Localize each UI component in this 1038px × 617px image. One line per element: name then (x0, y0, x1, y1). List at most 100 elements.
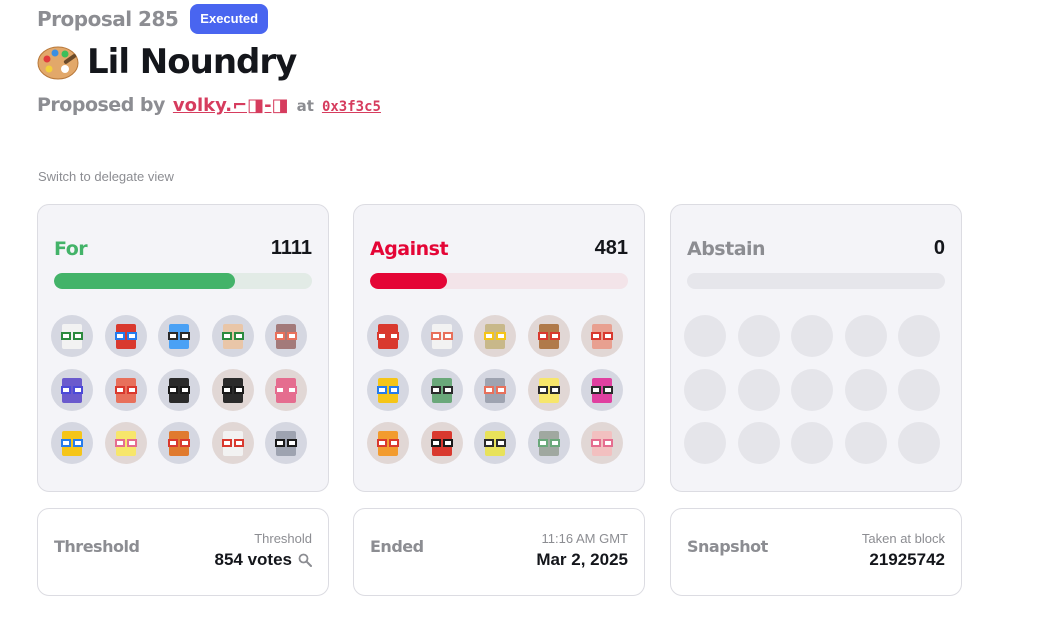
voter-avatar[interactable] (527, 422, 570, 464)
noggles-icon (59, 385, 85, 394)
noggles-icon (482, 385, 508, 394)
ended-card: Ended 11:16 AM GMT Mar 2, 2025 (353, 508, 645, 596)
snapshot-label: Snapshot (687, 537, 768, 556)
abstain-votes-card[interactable]: Abstain 0 (670, 204, 962, 492)
voter-avatar[interactable] (211, 422, 254, 464)
noggles-icon (429, 439, 455, 447)
against-label: Against (370, 237, 449, 260)
abstain-label: Abstain (687, 237, 766, 260)
noggles-icon (113, 332, 139, 340)
voter-avatar[interactable] (474, 368, 516, 411)
palette-emoji-icon (37, 46, 79, 80)
proposal-header: Proposal 285 Executed Lil Noundry Propos… (37, 4, 381, 116)
noggles-icon (113, 439, 139, 447)
voter-avatar[interactable] (474, 315, 516, 357)
noggles-icon (536, 385, 562, 394)
voter-avatar[interactable] (211, 315, 254, 357)
voter-avatar[interactable] (581, 315, 623, 357)
transaction-address-link[interactable]: 0x3f3c5 (322, 99, 381, 115)
voter-avatar[interactable] (474, 422, 516, 464)
voter-avatar[interactable] (367, 422, 409, 464)
proposer-link[interactable]: volky.⌐◨-◨ (173, 95, 289, 116)
empty-avatar-placeholder (684, 422, 726, 464)
threshold-card: Threshold Threshold 854 votes (37, 508, 329, 596)
noggles-icon (375, 332, 401, 340)
switch-delegate-view-link[interactable]: Switch to delegate view (38, 169, 174, 184)
noggles-icon (59, 332, 85, 340)
empty-avatar-placeholder (791, 315, 833, 357)
noggles-icon (589, 385, 615, 394)
abstain-count: 0 (933, 237, 945, 259)
empty-avatar-placeholder (898, 368, 940, 411)
noggles-icon (273, 439, 299, 447)
voter-avatar[interactable] (420, 368, 463, 411)
for-count: 1111 (270, 237, 312, 259)
abstain-voters-grid (684, 315, 940, 464)
against-progress-fill (370, 273, 448, 289)
for-label: For (54, 237, 88, 260)
empty-avatar-placeholder (898, 315, 940, 357)
against-votes-card[interactable]: Against 481 (353, 204, 645, 492)
for-progress-bar (54, 273, 312, 289)
noggles-icon (220, 439, 246, 447)
voter-avatar[interactable] (158, 422, 200, 464)
snapshot-sub: Taken at block (861, 531, 945, 546)
threshold-sub: Threshold (254, 531, 312, 546)
ended-label: Ended (370, 537, 424, 556)
voter-avatar[interactable] (265, 422, 307, 464)
voter-avatar[interactable] (367, 315, 409, 357)
noggles-icon (589, 332, 615, 340)
empty-avatar-placeholder (844, 368, 887, 411)
empty-avatar-placeholder (737, 315, 780, 357)
noggles-icon (59, 439, 85, 447)
empty-avatar-placeholder (737, 422, 780, 464)
noggles-icon (536, 332, 562, 340)
empty-avatar-placeholder (737, 368, 780, 411)
snapshot-block: 21925742 (869, 550, 945, 569)
voter-avatar[interactable] (158, 368, 200, 411)
noggles-icon (166, 385, 192, 394)
noggles-icon (482, 439, 508, 447)
ended-date: Mar 2, 2025 (536, 550, 628, 569)
voter-avatar[interactable] (581, 368, 623, 411)
voter-avatar[interactable] (420, 422, 463, 464)
noggles-icon (273, 385, 299, 394)
voter-avatar[interactable] (527, 315, 570, 357)
empty-avatar-placeholder (684, 315, 726, 357)
voter-avatar[interactable] (581, 422, 623, 464)
threshold-label: Threshold (54, 537, 140, 556)
empty-avatar-placeholder (791, 368, 833, 411)
voter-avatar[interactable] (51, 315, 93, 357)
voter-avatar[interactable] (104, 422, 147, 464)
empty-avatar-placeholder (844, 315, 887, 357)
voter-avatar[interactable] (104, 315, 147, 357)
voter-avatar[interactable] (211, 368, 254, 411)
noggles-icon (536, 439, 562, 447)
against-count: 481 (594, 237, 628, 259)
voter-avatar[interactable] (420, 315, 463, 357)
voter-avatar[interactable] (158, 315, 200, 357)
search-icon[interactable] (298, 553, 312, 567)
voter-avatar[interactable] (265, 315, 307, 357)
proposal-number: Proposal 285 (37, 7, 179, 31)
noggles-icon (220, 332, 246, 340)
at-label: at (296, 97, 314, 115)
noggles-icon (429, 332, 455, 340)
noggles-icon (273, 332, 299, 340)
for-voters-grid (51, 315, 307, 464)
voter-avatar[interactable] (527, 368, 570, 411)
proposed-by-label: Proposed by (37, 94, 165, 116)
status-badge: Executed (190, 4, 269, 34)
ended-time: 11:16 AM GMT (541, 531, 628, 546)
voter-avatar[interactable] (104, 368, 147, 411)
voter-avatar[interactable] (367, 368, 409, 411)
voter-avatar[interactable] (51, 422, 93, 464)
proposal-title: Lil Noundry (87, 42, 297, 82)
noggles-icon (589, 439, 615, 447)
noggles-icon (166, 332, 192, 340)
noggles-icon (113, 385, 139, 394)
voter-avatar[interactable] (265, 368, 307, 411)
voter-avatar[interactable] (51, 368, 93, 411)
snapshot-card: Snapshot Taken at block 21925742 (670, 508, 962, 596)
for-votes-card[interactable]: For 1111 (37, 204, 329, 492)
